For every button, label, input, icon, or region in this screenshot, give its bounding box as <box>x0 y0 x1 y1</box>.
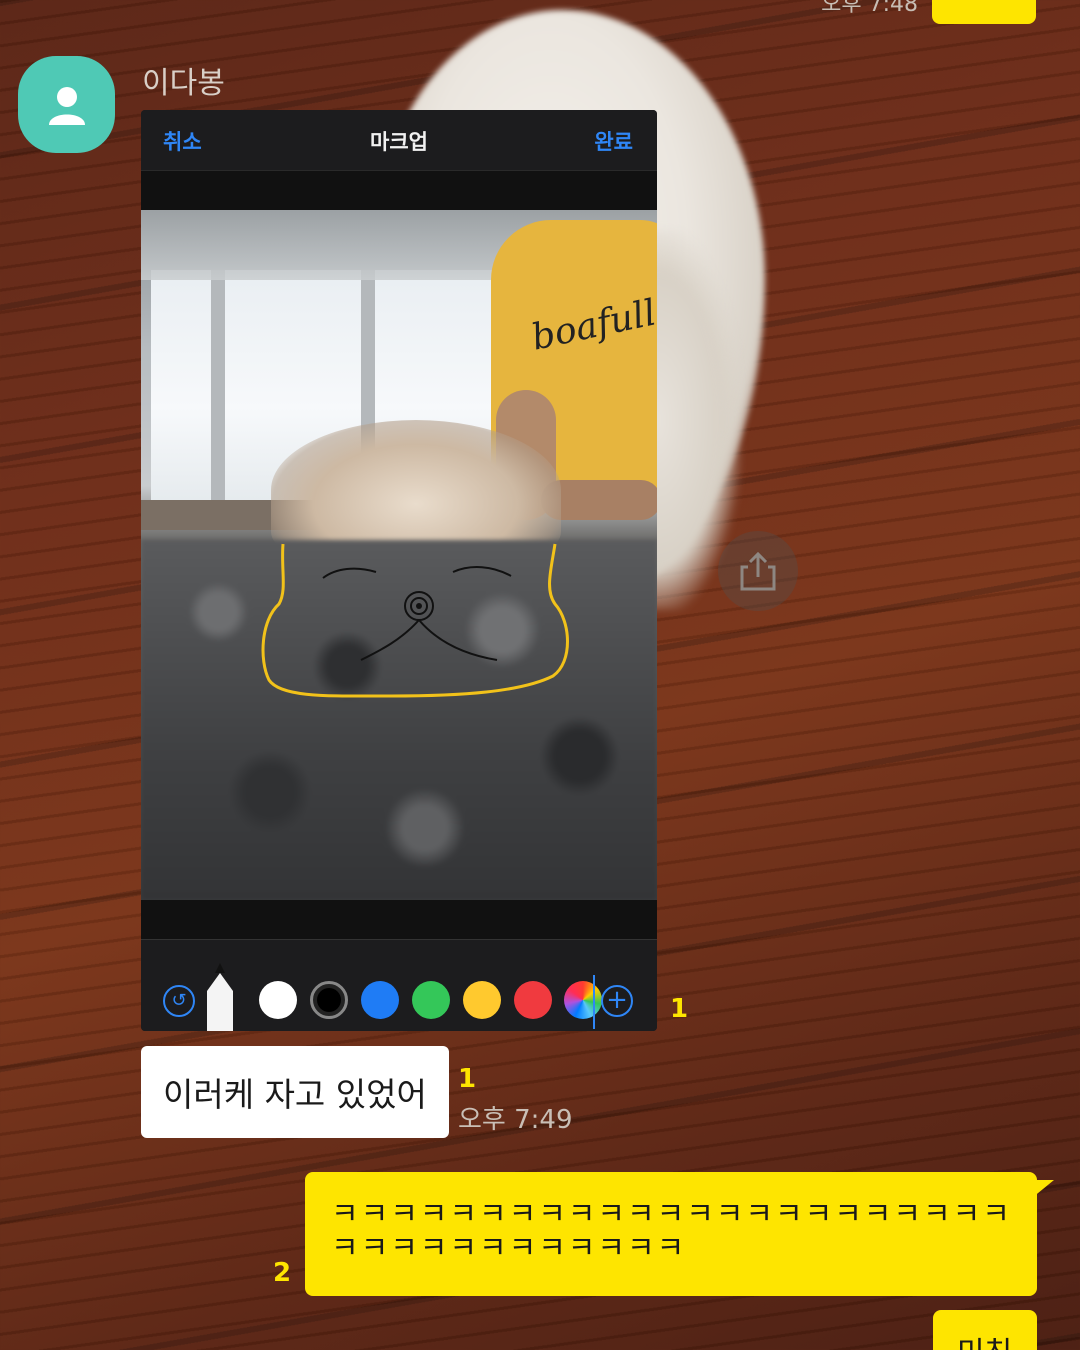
pen-tool-icon <box>207 963 233 1031</box>
sent-message-line-2: ㅋㅋㅋㅋㅋㅋㅋㅋㅋㅋㅋㅋ <box>331 1232 687 1266</box>
markup-header: 취소 마크업 완료 <box>141 110 657 170</box>
share-button[interactable] <box>718 531 798 611</box>
color-swatch-blue <box>361 981 399 1019</box>
color-wheel-icon <box>564 981 602 1019</box>
markup-title: 마크업 <box>370 130 428 154</box>
markup-photo: boafull <box>141 210 657 900</box>
sent-message-tail <box>1032 1180 1054 1198</box>
color-swatch-red <box>514 981 552 1019</box>
photo-message[interactable]: 취소 마크업 완료 boafull ↺ + <box>141 110 657 1031</box>
previous-message-bubble[interactable] <box>932 0 1036 24</box>
sender-name: 이다봉 <box>142 66 225 101</box>
sent-message-line-1: ㅋㅋㅋㅋㅋㅋㅋㅋㅋㅋㅋㅋㅋㅋㅋㅋㅋㅋㅋㅋㅋㅋㅋ <box>331 1198 1011 1232</box>
received-message-time: 오후 7:49 <box>458 1105 573 1135</box>
next-message-text: 미친 <box>957 1336 1012 1350</box>
received-message-bubble[interactable]: 이러케 자고 있었어 <box>141 1046 449 1138</box>
markup-bottom-band <box>141 900 657 940</box>
undo-icon: ↺ <box>163 985 195 1017</box>
color-swatch-green <box>412 981 450 1019</box>
add-icon: + <box>601 985 633 1017</box>
sent-message-unread-count: 2 <box>273 1258 292 1288</box>
color-swatch-white <box>259 981 297 1019</box>
color-swatch-black <box>310 981 348 1019</box>
markup-top-band <box>141 170 657 210</box>
received-message-unread-count: 1 <box>458 1064 477 1094</box>
previous-message-time: 오후 7:48 <box>821 0 918 17</box>
toolbar-separator <box>593 975 595 1029</box>
sender-avatar[interactable] <box>18 56 115 153</box>
markup-done-label: 완료 <box>594 130 633 154</box>
share-icon <box>740 551 776 591</box>
photo-unread-count: 1 <box>670 994 689 1024</box>
sent-message-bubble[interactable]: ㅋㅋㅋㅋㅋㅋㅋㅋㅋㅋㅋㅋㅋㅋㅋㅋㅋㅋㅋㅋㅋㅋㅋ ㅋㅋㅋㅋㅋㅋㅋㅋㅋㅋㅋㅋ <box>305 1172 1037 1296</box>
markup-toolbar: ↺ + <box>141 941 657 1031</box>
next-message-bubble[interactable]: 미친 <box>933 1310 1037 1350</box>
color-swatch-yellow <box>463 981 501 1019</box>
received-message-text: 이러케 자고 있었어 <box>163 1075 427 1114</box>
markup-drawing <box>261 543 569 698</box>
person-icon <box>48 86 85 125</box>
